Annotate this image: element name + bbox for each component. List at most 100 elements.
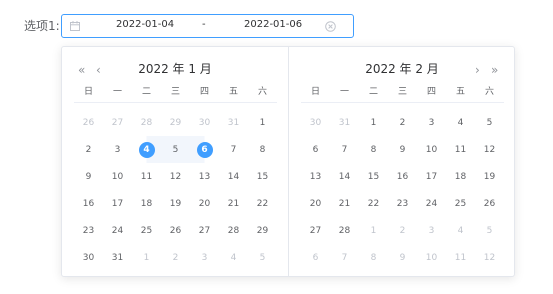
- day-number: 9: [399, 252, 406, 263]
- day-cell[interactable]: 25: [446, 190, 475, 217]
- day-cell[interactable]: 31: [330, 109, 359, 136]
- day-cell[interactable]: 16: [74, 190, 103, 217]
- day-cell[interactable]: 20: [301, 190, 330, 217]
- day-cell[interactable]: 4: [219, 244, 248, 271]
- day-cell[interactable]: 2: [388, 109, 417, 136]
- date-range-picker-panel: « ‹ 2022 年 1 月 日一二三四五六 26 27 28 29 30 31 1 2 3 4 5…: [61, 46, 515, 277]
- chevron-right-icon[interactable]: ›: [475, 63, 480, 77]
- end-date-input[interactable]: 2022-01-06: [244, 19, 302, 30]
- day-number: 2: [172, 252, 179, 263]
- day-cell[interactable]: 5: [161, 136, 190, 163]
- day-cell[interactable]: 1: [359, 217, 388, 244]
- day-cell[interactable]: 27: [301, 217, 330, 244]
- day-cell[interactable]: 18: [446, 163, 475, 190]
- day-cell[interactable]: 11: [446, 244, 475, 271]
- circle-close-icon[interactable]: [325, 21, 336, 32]
- day-cell[interactable]: 2: [74, 136, 103, 163]
- day-cell[interactable]: 12: [475, 136, 504, 163]
- date-range-input[interactable]: 2022-01-04 - 2022-01-06: [61, 14, 354, 38]
- day-cell[interactable]: 26: [475, 190, 504, 217]
- start-date-input[interactable]: 2022-01-04: [116, 19, 174, 30]
- day-cell[interactable]: 21: [330, 190, 359, 217]
- day-cell[interactable]: 29: [248, 217, 277, 244]
- day-cell[interactable]: 1: [248, 109, 277, 136]
- day-cell[interactable]: 27: [103, 109, 132, 136]
- day-cell[interactable]: 13: [190, 163, 219, 190]
- day-cell[interactable]: 17: [417, 163, 446, 190]
- day-cell[interactable]: 11: [446, 136, 475, 163]
- day-cell[interactable]: 19: [475, 163, 504, 190]
- day-cell[interactable]: 3: [190, 244, 219, 271]
- day-cell[interactable]: 10: [417, 136, 446, 163]
- day-cell[interactable]: 6: [190, 136, 219, 163]
- day-cell[interactable]: 13: [301, 163, 330, 190]
- day-cell[interactable]: 24: [103, 217, 132, 244]
- day-cell[interactable]: 15: [248, 163, 277, 190]
- day-cell[interactable]: 9: [74, 163, 103, 190]
- day-cell[interactable]: 7: [219, 136, 248, 163]
- day-cell[interactable]: 10: [417, 244, 446, 271]
- day-number: 18: [454, 171, 467, 182]
- day-cell[interactable]: 7: [330, 136, 359, 163]
- day-cell[interactable]: 25: [132, 217, 161, 244]
- day-cell[interactable]: 31: [219, 109, 248, 136]
- day-cell[interactable]: 7: [330, 244, 359, 271]
- day-cell[interactable]: 8: [359, 244, 388, 271]
- day-cell[interactable]: 19: [161, 190, 190, 217]
- day-cell[interactable]: 3: [417, 217, 446, 244]
- day-cell[interactable]: 18: [132, 190, 161, 217]
- day-cell[interactable]: 31: [103, 244, 132, 271]
- day-cell[interactable]: 1: [359, 109, 388, 136]
- day-cell[interactable]: 6: [301, 244, 330, 271]
- day-number: 23: [396, 198, 409, 209]
- day-cell[interactable]: 22: [248, 190, 277, 217]
- day-cell[interactable]: 9: [388, 244, 417, 271]
- day-number: 27: [198, 225, 211, 236]
- day-cell[interactable]: 28: [330, 217, 359, 244]
- day-cell[interactable]: 27: [190, 217, 219, 244]
- double-chevron-right-icon[interactable]: »: [491, 63, 498, 77]
- day-cell[interactable]: 6: [301, 136, 330, 163]
- day-cell[interactable]: 2: [388, 217, 417, 244]
- day-cell[interactable]: 23: [388, 190, 417, 217]
- day-cell[interactable]: 1: [132, 244, 161, 271]
- day-cell[interactable]: 8: [248, 136, 277, 163]
- day-cell[interactable]: 3: [103, 136, 132, 163]
- day-cell[interactable]: 30: [301, 109, 330, 136]
- day-cell[interactable]: 21: [219, 190, 248, 217]
- day-cell[interactable]: 29: [161, 109, 190, 136]
- day-cell[interactable]: 23: [74, 217, 103, 244]
- day-cell[interactable]: 5: [475, 217, 504, 244]
- day-cell[interactable]: 17: [103, 190, 132, 217]
- day-cell[interactable]: 22: [359, 190, 388, 217]
- day-cell[interactable]: 12: [475, 244, 504, 271]
- day-cell[interactable]: 26: [161, 217, 190, 244]
- day-cell[interactable]: 4: [446, 109, 475, 136]
- day-number: 4: [457, 225, 464, 236]
- day-cell[interactable]: 10: [103, 163, 132, 190]
- day-number: 13: [309, 171, 322, 182]
- day-cell[interactable]: 5: [248, 244, 277, 271]
- day-cell[interactable]: 12: [161, 163, 190, 190]
- day-cell[interactable]: 20: [190, 190, 219, 217]
- day-cell[interactable]: 30: [74, 244, 103, 271]
- day-cell[interactable]: 24: [417, 190, 446, 217]
- day-cell[interactable]: 14: [330, 163, 359, 190]
- day-cell[interactable]: 16: [388, 163, 417, 190]
- day-cell[interactable]: 26: [74, 109, 103, 136]
- day-cell[interactable]: 15: [359, 163, 388, 190]
- day-number: 1: [259, 117, 266, 128]
- day-cell[interactable]: 3: [417, 109, 446, 136]
- day-cell[interactable]: 4: [446, 217, 475, 244]
- day-cell[interactable]: 28: [219, 217, 248, 244]
- day-cell[interactable]: 14: [219, 163, 248, 190]
- day-cell[interactable]: 8: [359, 136, 388, 163]
- day-cell[interactable]: 11: [132, 163, 161, 190]
- day-cell[interactable]: 4: [132, 136, 161, 163]
- day-cell[interactable]: 28: [132, 109, 161, 136]
- day-cell[interactable]: 2: [161, 244, 190, 271]
- day-cell[interactable]: 9: [388, 136, 417, 163]
- day-number: 26: [82, 117, 95, 128]
- day-cell[interactable]: 30: [190, 109, 219, 136]
- day-cell[interactable]: 5: [475, 109, 504, 136]
